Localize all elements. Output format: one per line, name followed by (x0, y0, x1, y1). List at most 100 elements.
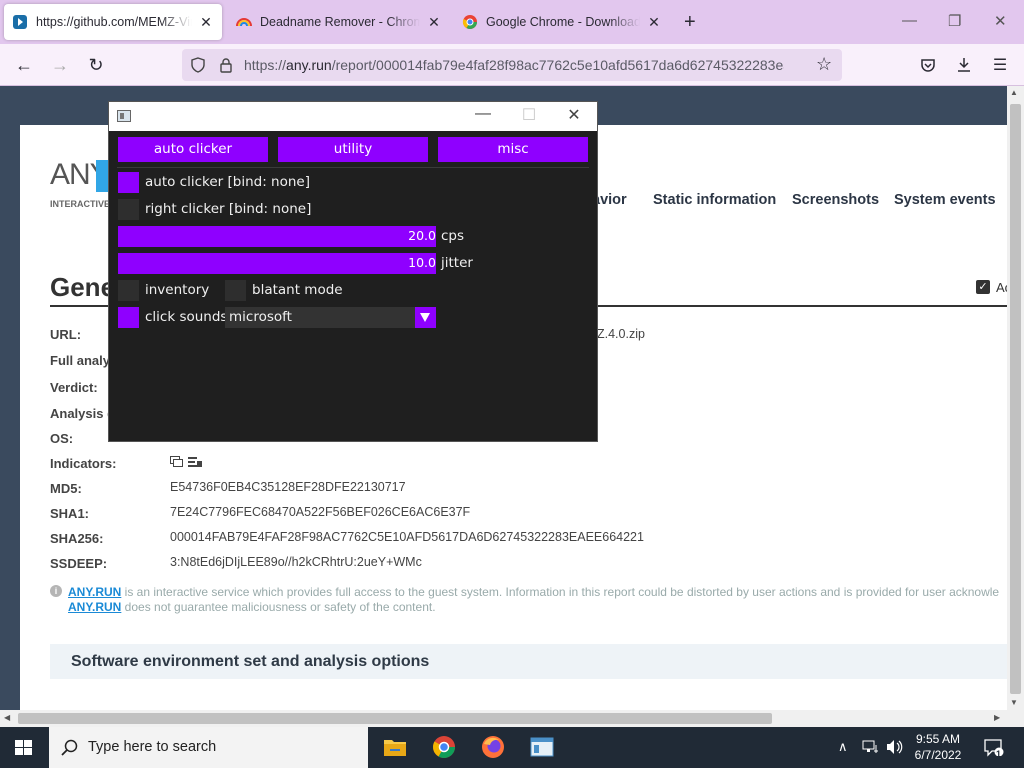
new-tab-button[interactable]: + (684, 10, 696, 34)
inventory-checkbox[interactable] (118, 280, 139, 301)
shield-icon[interactable] (190, 57, 206, 73)
close-icon[interactable]: ✕ (562, 105, 586, 125)
jitter-value: 10.0 (408, 255, 436, 270)
anyrun-link[interactable]: ANY.RUN (68, 585, 121, 599)
tray-expand-icon[interactable]: ∧ (838, 739, 848, 755)
nav-screenshots[interactable]: Screenshots (792, 192, 879, 208)
close-tab-icon[interactable]: ✕ (198, 14, 214, 31)
url-prefix: https:// (244, 57, 287, 73)
menu-icon[interactable]: ☰ (988, 53, 1012, 77)
section-header[interactable]: Software environment set and analysis op… (50, 644, 1007, 679)
tab-google-chrome[interactable]: Google Chrome - Download the ✕ (454, 4, 670, 40)
tab-title: Deadname Remover - Chrome Web Store (260, 15, 420, 29)
google-favicon-icon (462, 15, 477, 29)
horizontal-scroll-thumb[interactable] (18, 713, 772, 724)
download-icon[interactable] (956, 57, 972, 73)
sha256-label: SHA256: (50, 531, 104, 546)
disclaimer-text-1: is an interactive service which provides… (121, 585, 1000, 599)
scroll-left-icon[interactable]: ◀ (4, 713, 10, 722)
jitter-slider[interactable]: 10.0 (118, 253, 436, 274)
back-icon[interactable]: ← (12, 53, 36, 77)
disclaimer-text-2: does not guarantee maliciousness or safe… (121, 600, 436, 614)
taskbar-search-box[interactable]: Type here to search (49, 727, 368, 768)
tab-title: Google Chrome - Download the (486, 15, 640, 29)
nav-system-events[interactable]: System events (894, 192, 996, 208)
close-window-icon[interactable]: ✕ (994, 12, 1007, 30)
close-tab-icon[interactable]: ✕ (646, 14, 662, 31)
vertical-scroll-thumb[interactable] (1010, 104, 1021, 694)
network-icon[interactable] (862, 740, 880, 754)
jitter-label: jitter (441, 255, 473, 271)
browser-tab-strip: https://github.com/MEMZ-Virus ✕ Deadname… (0, 0, 1024, 44)
url-value[interactable]: Z.4.0.zip (597, 327, 645, 341)
pocket-icon[interactable] (920, 57, 936, 73)
navigation-toolbar: ← → ↻ https://any.run/report/000014fab79… (0, 44, 1024, 86)
checkbox[interactable]: ✓ (976, 280, 990, 294)
blatant-mode-checkbox[interactable] (225, 280, 246, 301)
cps-slider[interactable]: 20.0 (118, 226, 436, 247)
url-path: /report/000014fab79e4faf28f98ac7762c5e10… (331, 57, 784, 73)
windows-taskbar: Type here to search ∧ 9:55 AM 6/7/2022 1 (0, 727, 1024, 768)
clock-time: 9:55 AM (915, 732, 961, 746)
disclaimer-line-1: ANY.RUN is an interactive service which … (68, 585, 1006, 599)
info-icon: i (50, 585, 62, 597)
tab-utility[interactable]: utility (278, 137, 428, 162)
address-bar[interactable]: https://any.run/report/000014fab79e4faf2… (182, 49, 842, 81)
autoclicker-titlebar[interactable]: — ☐ ✕ (109, 102, 597, 131)
page-heading: Gene (50, 272, 116, 302)
auto-clicker-label: auto clicker [bind: none] (145, 174, 310, 190)
click-sound-dropdown[interactable]: microsoft (225, 307, 436, 328)
url-text[interactable]: https://any.run/report/000014fab79e4faf2… (244, 57, 784, 73)
inventory-label: inventory (145, 282, 210, 298)
windows-start-icon[interactable] (15, 740, 33, 756)
click-sounds-checkbox[interactable] (118, 307, 139, 328)
tab-github[interactable]: https://github.com/MEMZ-Virus ✕ (4, 4, 222, 40)
url-label: URL: (50, 327, 82, 342)
restore-icon[interactable]: ❐ (948, 12, 961, 30)
verdict-label: Verdict: (50, 380, 98, 395)
search-placeholder: Type here to search (88, 739, 217, 755)
scroll-right-icon[interactable]: ▶ (994, 713, 1000, 722)
minimize-icon[interactable]: — (902, 12, 917, 29)
taskbar-clock[interactable]: 9:55 AM 6/7/2022 (906, 731, 970, 763)
sha1-label: SHA1: (50, 506, 90, 521)
indicator-list-icon[interactable] (188, 456, 202, 468)
maximize-icon: ☐ (521, 107, 537, 124)
firefox-icon[interactable] (481, 735, 505, 759)
scroll-down-icon[interactable]: ▼ (1010, 698, 1018, 707)
os-label: OS: (50, 431, 74, 446)
md5-label: MD5: (50, 481, 82, 496)
minimize-icon[interactable]: — (471, 105, 495, 123)
tab-misc[interactable]: misc (438, 137, 588, 162)
chrome-icon[interactable] (432, 735, 456, 759)
tab-separator (117, 167, 589, 168)
cps-label: cps (441, 228, 465, 244)
notification-count: 1 (996, 749, 1002, 759)
app-window-taskbar-icon[interactable] (530, 735, 554, 759)
anyrun-favicon-icon (13, 15, 27, 29)
sha1-value: 7E24C7796FEC68470A522F56BEF026CE6AC6E37F (170, 505, 471, 519)
analysis-date-label: Analysis d (50, 406, 116, 421)
forward-icon[interactable]: → (48, 53, 72, 77)
auto-clicker-checkbox[interactable] (118, 172, 139, 193)
nav-static-information[interactable]: Static information (653, 192, 776, 208)
md5-value: E54736F0EB4C35128EF28DFE22130717 (170, 480, 406, 494)
volume-icon[interactable] (886, 739, 904, 755)
file-explorer-icon[interactable] (383, 735, 407, 759)
bookmark-star-icon[interactable]: ☆ (816, 54, 832, 75)
cps-value: 20.0 (408, 228, 436, 243)
indicator-windows-icon[interactable] (170, 456, 184, 468)
scroll-up-icon[interactable]: ▲ (1010, 88, 1018, 97)
autoclicker-window: — ☐ ✕ auto clicker utility misc auto cli… (108, 101, 598, 442)
disclaimer-line-2: ANY.RUN does not guarantee maliciousness… (68, 600, 436, 614)
lock-icon[interactable] (218, 57, 234, 73)
right-clicker-checkbox[interactable] (118, 199, 139, 220)
tab-title: https://github.com/MEMZ-Virus (36, 15, 192, 29)
tab-auto-clicker[interactable]: auto clicker (118, 137, 268, 162)
anyrun-link[interactable]: ANY.RUN (68, 600, 121, 614)
tab-deadname-remover[interactable]: Deadname Remover - Chrome Web Store ✕ (228, 4, 450, 40)
search-icon (61, 739, 78, 756)
dropdown-arrow-icon[interactable] (415, 307, 436, 328)
reload-icon[interactable]: ↻ (84, 53, 108, 77)
close-tab-icon[interactable]: ✕ (426, 14, 442, 31)
